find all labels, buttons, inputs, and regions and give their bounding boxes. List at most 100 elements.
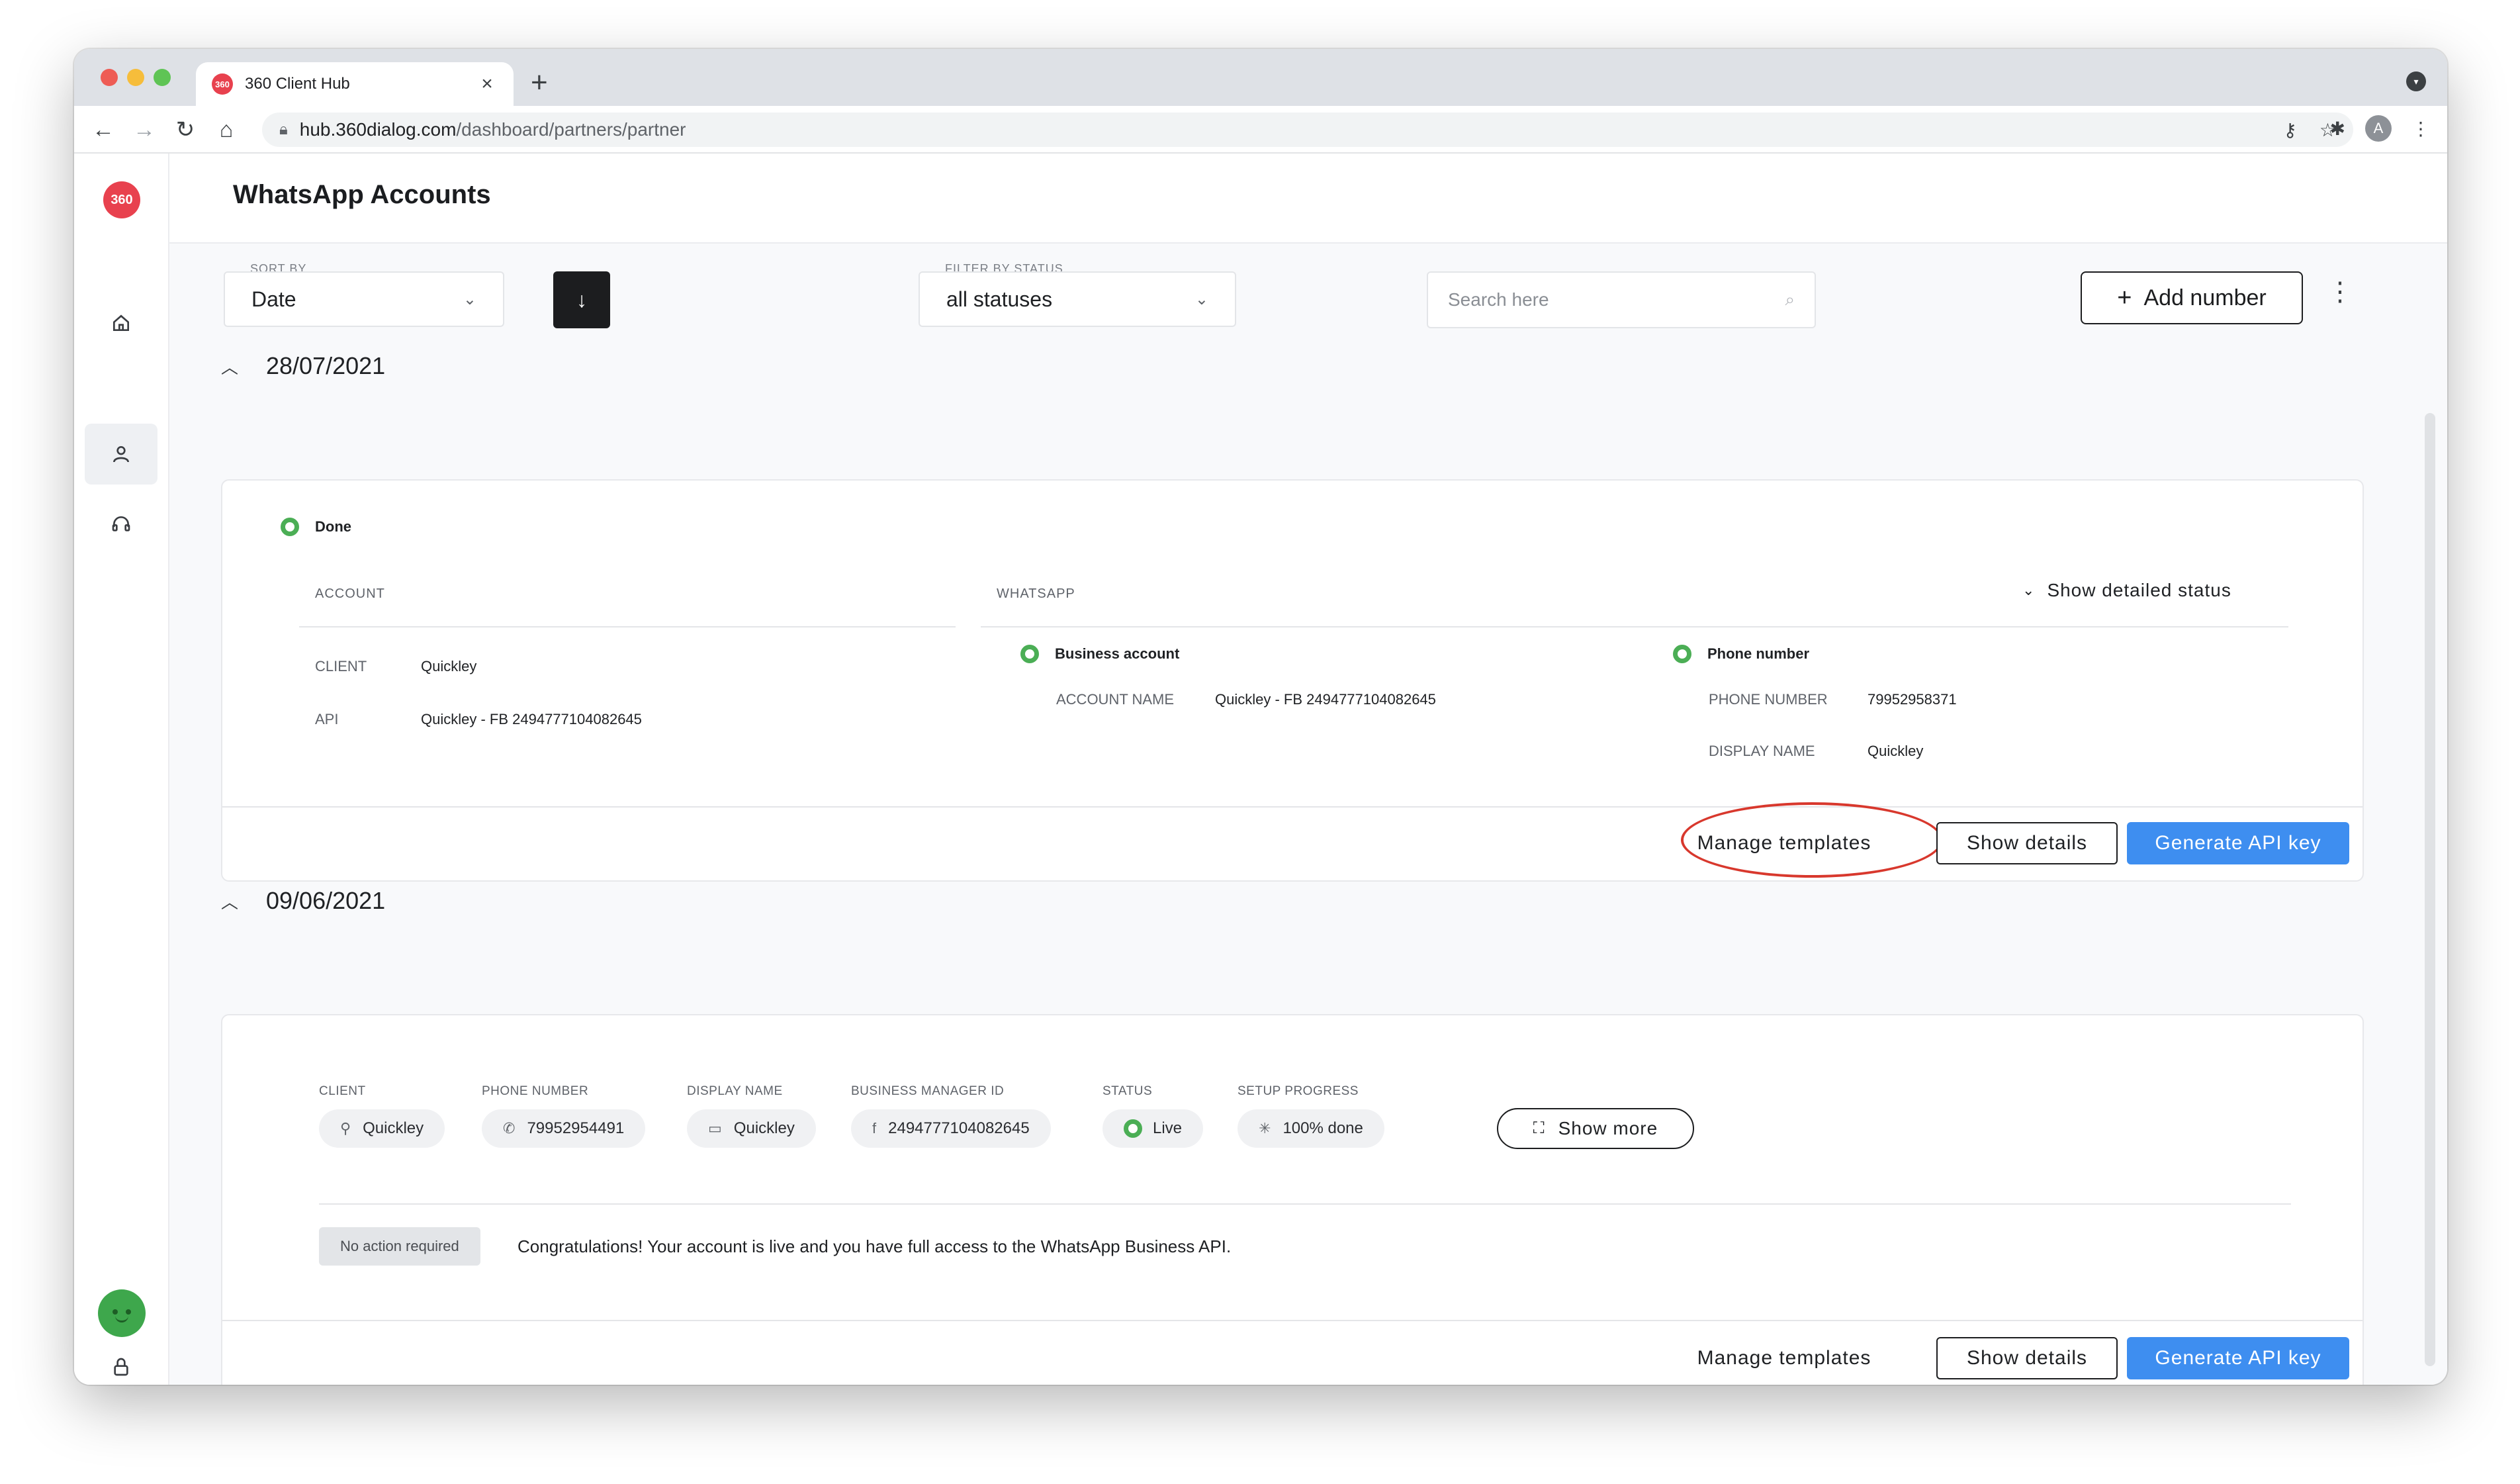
close-tab-icon[interactable]: × (476, 73, 498, 95)
expand-icon: ⛶ (1533, 1119, 1545, 1137)
new-tab-icon[interactable]: + (531, 66, 548, 99)
double-chevron-down-icon: ⌄ (2022, 582, 2036, 598)
browser-home-icon[interactable]: ⌂ (212, 115, 241, 144)
generate-api-key-button[interactable]: Generate API key (2127, 822, 2349, 864)
reload-icon[interactable]: ↻ (171, 115, 200, 144)
status-filter-select[interactable]: all statuses ⌄ (919, 271, 1236, 327)
lock-icon: 🔒︎ (279, 120, 288, 138)
key-icon[interactable]: ⚷ (2283, 119, 2297, 141)
sort-direction-button[interactable]: ↓ (553, 271, 610, 328)
sidebar-item-logout[interactable] (85, 1344, 158, 1385)
phone-number-label: Phone number (1707, 645, 1810, 662)
show-more-button[interactable]: ⛶ Show more (1497, 1108, 1694, 1149)
business-manager-chip-value: 2494777104082645 (888, 1119, 1030, 1137)
collapse-caret-icon[interactable]: ︿ (221, 889, 238, 913)
phone-number-value: 79952958371 (1868, 691, 1957, 708)
chevron-down-icon: ⌄ (463, 290, 476, 308)
forward-icon[interactable]: → (130, 115, 159, 144)
tab-strip: 360 360 Client Hub × + ▾ (74, 49, 2447, 106)
col-business-manager-label: BUSINESS MANAGER ID (851, 1084, 1005, 1098)
profile-avatar[interactable]: A (2365, 115, 2392, 142)
collapse-caret-icon[interactable]: ︿ (221, 354, 238, 379)
user-icon (113, 446, 129, 463)
status-message: Congratulations! Your account is live an… (518, 1236, 1232, 1256)
phone-number-title: Phone number (1673, 645, 1809, 663)
browser-tab[interactable]: 360 360 Client Hub × (196, 62, 514, 106)
back-icon[interactable]: ← (89, 115, 118, 144)
logo[interactable]: 360 (103, 181, 140, 218)
setup-progress-chip: ✳ 100% done (1238, 1109, 1384, 1148)
show-details-button[interactable]: Show details (1936, 1337, 2118, 1379)
setup-progress-value: 100% done (1282, 1119, 1363, 1137)
browser-menu-icon[interactable]: ⋮ (2411, 118, 2430, 140)
api-key: API (315, 711, 339, 727)
browser-toolbar: ← → ↻ ⌂ 🔒︎ hub.360dialog.com/dashboard/p… (74, 106, 2447, 154)
app: 360 WhatsApp Accounts SORT BY Date ⌄ ↓ F… (74, 154, 2447, 1385)
message-icon: ▭ (708, 1120, 722, 1136)
group-header-1[interactable]: ︿ 28/07/2021 (221, 352, 385, 380)
scrollbar[interactable] (2425, 413, 2435, 1366)
status-chip: Live (1102, 1109, 1204, 1148)
account-name-value: Quickley - FB 2494777104082645 (1215, 691, 1436, 708)
card-inner-divider (319, 1203, 2291, 1205)
close-window-button[interactable] (101, 69, 118, 86)
manage-templates-button[interactable]: Manage templates (1678, 1337, 1890, 1379)
user-avatar[interactable] (98, 1289, 146, 1337)
group-date: 09/06/2021 (266, 887, 386, 914)
sidebar-item-accounts[interactable] (85, 424, 158, 485)
status-chip-value: Live (1153, 1119, 1183, 1137)
account-card-1: Done ACCOUNT WHATSAPP ⌄ Show detailed st… (221, 479, 2364, 882)
group-header-2[interactable]: ︿ 09/06/2021 (221, 887, 385, 915)
url-path: /dashboard/partners/partner (456, 119, 686, 140)
group-date: 28/07/2021 (266, 352, 386, 379)
arrow-down-icon: ↓ (576, 287, 587, 312)
display-name-value: Quickley (1868, 743, 1924, 759)
home-icon (113, 314, 129, 331)
sort-value: Date (251, 287, 296, 311)
show-detailed-status-link[interactable]: ⌄ Show detailed status (2022, 580, 2231, 601)
favicon-icon: 360 (212, 73, 233, 95)
generate-api-key-button[interactable]: Generate API key (2127, 1337, 2349, 1379)
display-name-chip: ▭ Quickley (687, 1109, 816, 1148)
search-field[interactable]: ⌕ (1427, 271, 1816, 328)
account-divider (299, 626, 956, 627)
search-input[interactable] (1448, 289, 1785, 310)
tab-search-icon[interactable]: ▾ (2406, 71, 2426, 91)
minimize-window-button[interactable] (127, 69, 144, 86)
status-done-icon (281, 518, 299, 536)
phone-chip: ✆ 79952954491 (482, 1109, 646, 1148)
display-name-chip-value: Quickley (733, 1119, 795, 1137)
business-account-title: Business account (1020, 645, 1179, 663)
show-more-label: Show more (1558, 1118, 1658, 1138)
plus-icon: + (2117, 283, 2132, 312)
action-badge: No action required (319, 1227, 480, 1266)
controls-bar: SORT BY Date ⌄ ↓ FILTER BY STATUS all st… (169, 244, 2447, 336)
card-footer-divider (222, 806, 2362, 808)
extensions-icon[interactable]: ✱ (2330, 118, 2345, 140)
client-value: Quickley (421, 658, 477, 674)
whatsapp-divider (981, 626, 2288, 627)
account-name-key: ACCOUNT NAME (1056, 691, 1175, 708)
address-bar[interactable]: 🔒︎ hub.360dialog.com/dashboard/partners/… (262, 113, 2353, 147)
search-icon: ⌕ (1785, 289, 1795, 309)
sidebar-item-support[interactable] (85, 494, 158, 555)
manage-templates-button[interactable]: Manage templates (1678, 822, 1890, 864)
filter-value: all statuses (946, 287, 1053, 311)
maximize-window-button[interactable] (154, 69, 171, 86)
col-status-label: STATUS (1102, 1084, 1153, 1098)
phone-number-status-icon (1673, 645, 1691, 663)
business-account-label: Business account (1055, 645, 1180, 662)
page-header: WhatsApp Accounts (169, 154, 2447, 244)
business-account-status-icon (1020, 645, 1039, 663)
avatar-eye-right (126, 1309, 131, 1315)
sidebar-item-home[interactable] (85, 293, 158, 353)
business-manager-chip: f 2494777104082645 (851, 1109, 1051, 1148)
live-status-icon (1124, 1119, 1142, 1138)
facebook-icon: f (872, 1120, 877, 1136)
show-details-button[interactable]: Show details (1936, 822, 2118, 864)
more-options-icon[interactable]: ⋮ (2327, 277, 2353, 307)
sort-select[interactable]: Date ⌄ (224, 271, 504, 327)
client-chip-value: Quickley (363, 1119, 424, 1137)
add-number-button[interactable]: + Add number (2081, 271, 2303, 324)
add-number-label: Add number (2143, 285, 2267, 310)
